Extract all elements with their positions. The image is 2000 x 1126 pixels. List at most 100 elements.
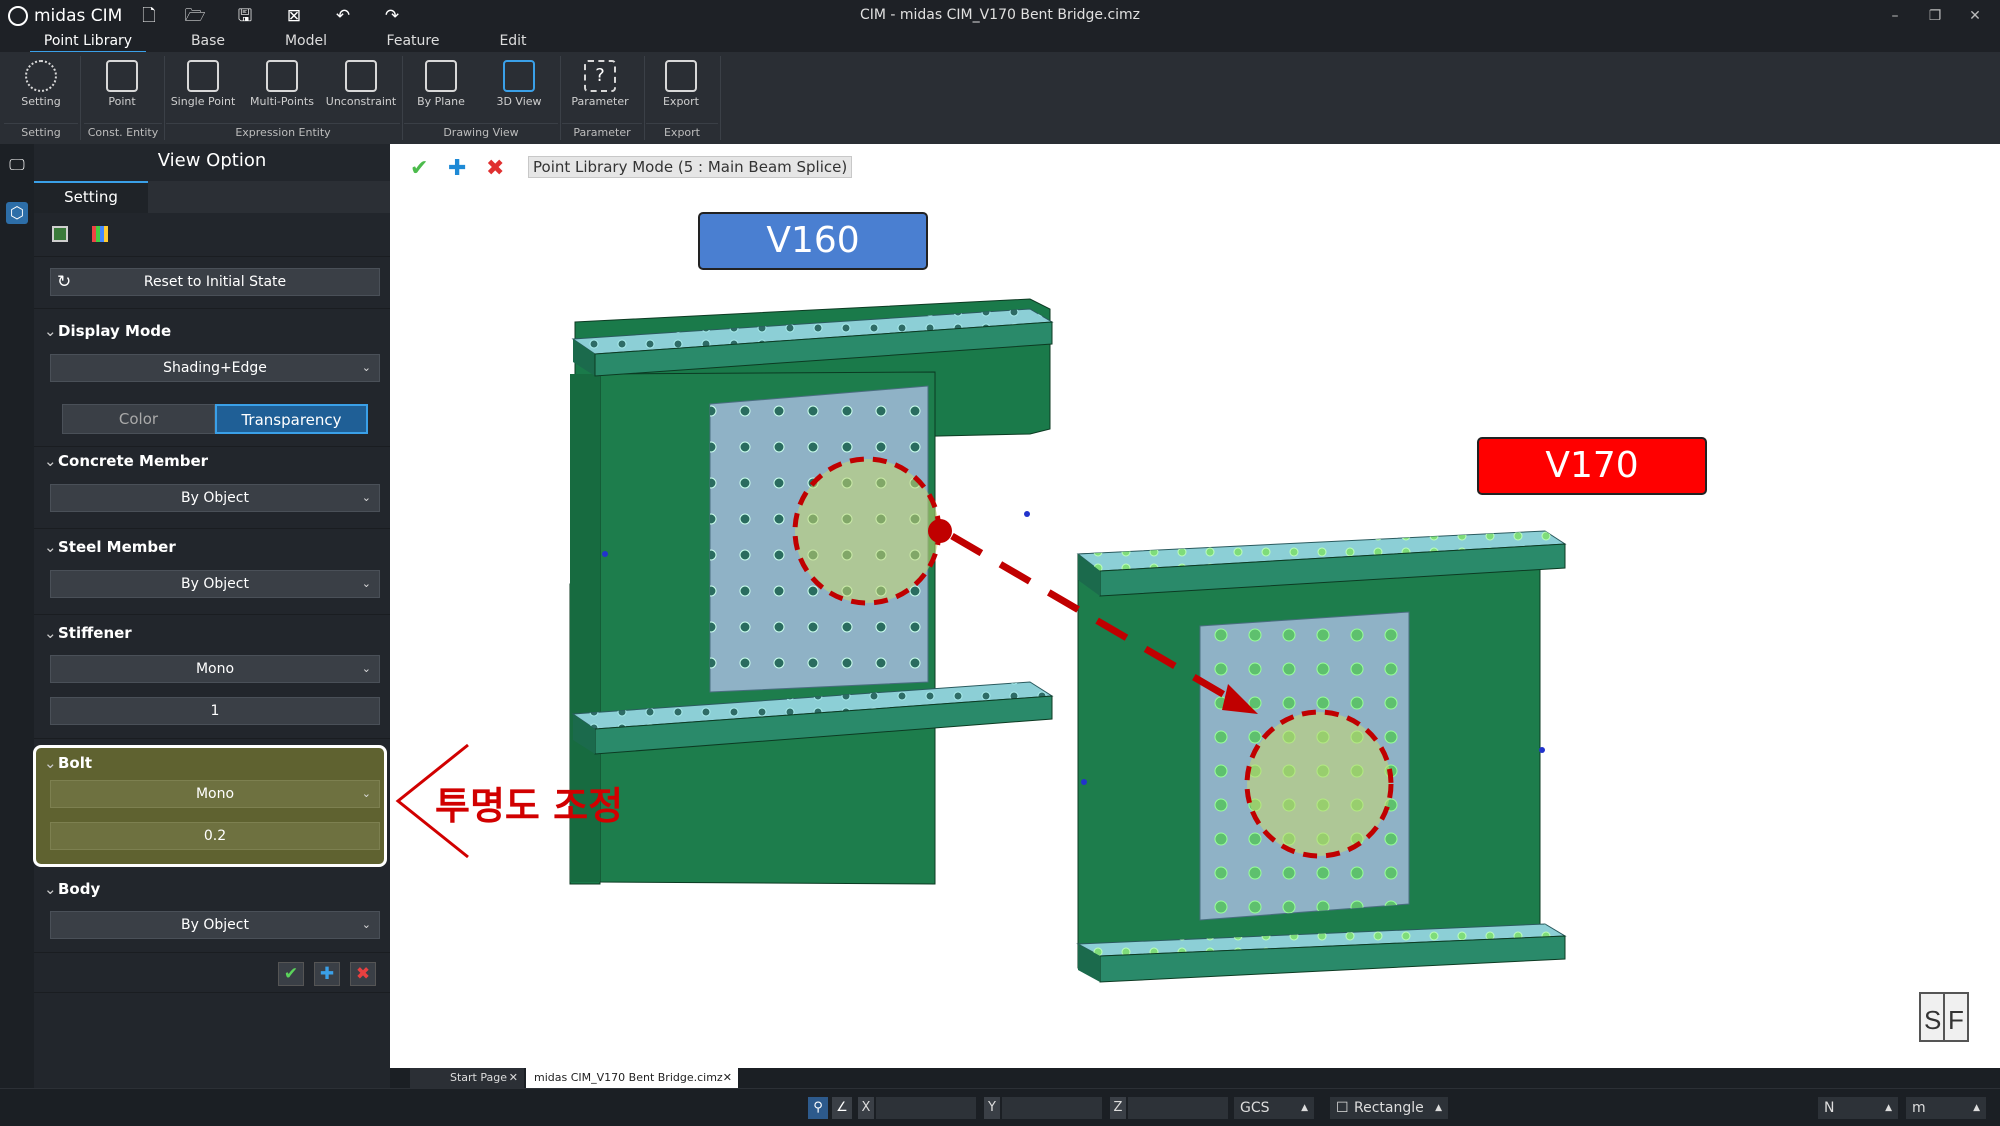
left-icon-strip: 🖵 ⬡ bbox=[0, 144, 34, 1088]
length-unit-dropdown[interactable]: m ▲ bbox=[1906, 1097, 1986, 1119]
stiffener-title: Stiffener bbox=[58, 624, 132, 642]
doc-tab-label: midas CIM_V170 Bent Bridge.cimz bbox=[534, 1071, 723, 1084]
svg-text:F: F bbox=[1948, 1005, 1964, 1035]
3d-view-button[interactable]: 3D View bbox=[490, 58, 548, 120]
steel-member-header[interactable]: ⌄Steel Member bbox=[44, 538, 176, 556]
steel-member-dropdown[interactable]: By Object ⌄ bbox=[50, 570, 380, 598]
concrete-member-header[interactable]: ⌄Concrete Member bbox=[44, 452, 208, 470]
display-mode-value: Shading+Edge bbox=[163, 360, 267, 376]
bolt-header[interactable]: ⌄Bolt bbox=[44, 754, 92, 772]
monitor-icon[interactable]: 🖵 bbox=[6, 154, 28, 176]
stiffener-header[interactable]: ⌄Stiffener bbox=[44, 624, 132, 642]
display-mode-dropdown[interactable]: Shading+Edge ⌄ bbox=[50, 354, 380, 382]
3d-viewport[interactable]: ✔ ✚ ✖ Point Library Mode (5 : Main Beam … bbox=[390, 144, 2000, 1068]
tab-feature[interactable]: Feature bbox=[378, 33, 448, 49]
display-mode-title: Display Mode bbox=[58, 322, 172, 340]
divider bbox=[34, 308, 390, 309]
chevron-up-icon: ▲ bbox=[1301, 1103, 1308, 1113]
bolt-dropdown[interactable]: Mono ⌄ bbox=[50, 780, 380, 808]
x-coordinate-field[interactable] bbox=[876, 1097, 976, 1119]
v160-ref-point bbox=[602, 551, 608, 557]
chevron-up-icon: ▲ bbox=[1973, 1103, 1980, 1113]
doc-tab-start-page[interactable]: Start Page ✕ bbox=[410, 1068, 524, 1088]
selection-mode-dropdown[interactable]: ☐ Rectangle ▲ bbox=[1330, 1097, 1448, 1119]
chevron-up-icon: ▲ bbox=[1435, 1103, 1442, 1113]
color-segment[interactable]: Color bbox=[62, 404, 215, 434]
tab-point-library[interactable]: Point Library bbox=[30, 33, 146, 49]
point-button[interactable]: Point bbox=[92, 58, 152, 120]
parameter-button[interactable]: ? Parameter bbox=[570, 58, 630, 120]
chevron-down-icon: ⌄ bbox=[44, 624, 57, 642]
multi-points-button[interactable]: Multi-Points bbox=[246, 58, 318, 120]
close-icon: ✖ bbox=[355, 964, 371, 984]
reset-button[interactable]: ↻ Reset to Initial State bbox=[50, 268, 380, 296]
v170-bolt-highlight-circle bbox=[1244, 709, 1394, 859]
model-canvas: S F bbox=[395, 298, 1969, 1042]
reset-label: Reset to Initial State bbox=[143, 274, 287, 290]
apply-button[interactable]: ✔ bbox=[278, 962, 304, 986]
group-drawing-view: Drawing View bbox=[404, 123, 558, 142]
z-coordinate-field[interactable] bbox=[1128, 1097, 1228, 1119]
by-plane-icon bbox=[425, 60, 457, 92]
close-icon[interactable]: ✕ bbox=[723, 1068, 732, 1088]
ribbon-separator bbox=[560, 56, 561, 140]
bolt-value: Mono bbox=[195, 786, 235, 802]
point-label: Point bbox=[108, 95, 136, 108]
doc-tab-active-file[interactable]: midas CIM_V170 Bent Bridge.cimz ✕ bbox=[526, 1068, 738, 1088]
setting-button[interactable]: Setting bbox=[14, 58, 68, 120]
view-cube-icon[interactable]: S F bbox=[1919, 992, 1969, 1042]
v160-ref-point bbox=[1024, 511, 1030, 517]
cube-icon[interactable]: ⬡ bbox=[6, 202, 28, 224]
group-parameter: Parameter bbox=[562, 123, 642, 142]
stiffener-number-field[interactable]: 1 bbox=[50, 697, 380, 725]
y-coordinate-field[interactable] bbox=[1002, 1097, 1102, 1119]
snap-icon[interactable]: ⚲ bbox=[808, 1097, 828, 1119]
group-setting: Setting bbox=[4, 123, 78, 142]
unconstraint-button[interactable]: Unconstraint bbox=[324, 58, 398, 120]
group-export: Export bbox=[646, 123, 718, 142]
transparency-segment[interactable]: Transparency bbox=[215, 404, 368, 434]
body-dropdown[interactable]: By Object ⌄ bbox=[50, 911, 380, 939]
cancel-button[interactable]: ✖ bbox=[350, 962, 376, 986]
bolt-transparency-field[interactable]: 0.2 bbox=[50, 822, 380, 850]
point-icon bbox=[106, 60, 138, 92]
add-button[interactable]: ✚ bbox=[314, 962, 340, 986]
angle-icon[interactable]: ∠ bbox=[832, 1097, 852, 1119]
export-button[interactable]: Export bbox=[652, 58, 710, 120]
tab-model[interactable]: Model bbox=[276, 33, 336, 49]
steel-member-value: By Object bbox=[181, 576, 249, 592]
tab-setting[interactable]: Setting bbox=[34, 181, 148, 213]
by-plane-button[interactable]: By Plane bbox=[412, 58, 470, 120]
minimize-button[interactable]: – bbox=[1880, 5, 1910, 27]
concrete-member-dropdown[interactable]: By Object ⌄ bbox=[50, 484, 380, 512]
coordinate-system-dropdown[interactable]: GCS ▲ bbox=[1234, 1097, 1314, 1119]
transparency-annotation: 투명도 조정 bbox=[435, 784, 624, 828]
divider bbox=[34, 992, 390, 993]
stiffener-value: Mono bbox=[195, 661, 235, 677]
chevron-down-icon: ⌄ bbox=[361, 787, 371, 800]
bolt-transparency-value: 0.2 bbox=[203, 828, 227, 844]
display-mode-header[interactable]: ⌄Display Mode bbox=[44, 322, 171, 340]
unconstraint-icon bbox=[345, 60, 377, 92]
display-icon[interactable] bbox=[52, 226, 68, 242]
export-icon bbox=[665, 60, 697, 92]
stiffener-dropdown[interactable]: Mono ⌄ bbox=[50, 655, 380, 683]
color-grid-icon[interactable] bbox=[92, 226, 108, 242]
divider bbox=[34, 256, 390, 257]
divider bbox=[34, 528, 390, 529]
tab-edit[interactable]: Edit bbox=[488, 33, 538, 49]
body-header[interactable]: ⌄Body bbox=[44, 880, 100, 898]
bolt-title: Bolt bbox=[58, 754, 93, 772]
tab-base[interactable]: Base bbox=[178, 33, 238, 49]
force-unit-dropdown[interactable]: N ▲ bbox=[1818, 1097, 1898, 1119]
x-label: X bbox=[858, 1097, 874, 1119]
restore-button[interactable]: ❐ bbox=[1920, 5, 1950, 27]
ribbon-separator bbox=[644, 56, 645, 140]
close-window-button[interactable]: ✕ bbox=[1960, 5, 1990, 27]
doc-tab-label: Start Page bbox=[450, 1071, 507, 1084]
single-point-button[interactable]: Single Point bbox=[170, 58, 236, 120]
chevron-down-icon: ⌄ bbox=[361, 491, 371, 504]
close-icon[interactable]: ✕ bbox=[509, 1068, 518, 1088]
divider bbox=[34, 952, 390, 953]
y-label: Y bbox=[984, 1097, 1000, 1119]
